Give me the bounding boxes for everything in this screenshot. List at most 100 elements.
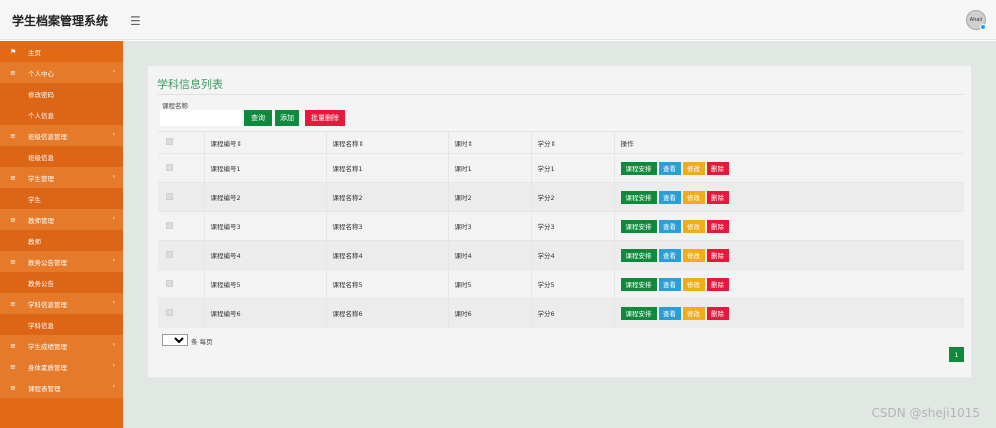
sidebar-group[interactable]: ≡ 教务公告管理 › — [0, 251, 123, 272]
row-select-cell[interactable] — [158, 240, 204, 270]
page-title: 学科信息列表 — [157, 78, 223, 91]
edit-button[interactable]: 修改 — [682, 190, 705, 204]
sidebar-group[interactable]: ≡ 课程表管理 › — [0, 377, 123, 398]
table-row: 课程编号5 课程名称5 课时5 学分5 课程安排 查看 修改 删除 — [158, 269, 965, 299]
course-plan-button[interactable]: 课程安排 — [620, 190, 657, 204]
menu-icon: ≡ — [10, 383, 16, 392]
cell-name: 课程名称5 — [325, 269, 448, 299]
course-plan-button[interactable]: 课程安排 — [620, 306, 657, 320]
delete-button[interactable]: 删除 — [706, 161, 729, 175]
cell-code: 课程编号3 — [203, 211, 326, 241]
avatar[interactable]: Ahaii — [966, 10, 986, 30]
batch-delete-button[interactable]: 批量删除 — [305, 110, 345, 126]
edit-button[interactable]: 修改 — [682, 306, 705, 320]
course-plan-button[interactable]: 课程安排 — [620, 248, 657, 262]
select-all-checkbox[interactable] — [166, 138, 173, 145]
view-button[interactable]: 查看 — [658, 306, 681, 320]
row-checkbox[interactable] — [166, 221, 173, 229]
sidebar-item-label: 修改密码 — [28, 90, 54, 99]
search-input[interactable] — [160, 110, 242, 126]
chevron-icon: › — [112, 215, 115, 222]
row-checkbox[interactable] — [166, 250, 173, 258]
sidebar-group[interactable]: ≡ 学生管理 › — [0, 167, 123, 188]
sidebar-group[interactable]: ≡ 班级信息管理 › — [0, 125, 123, 146]
row-select-cell[interactable] — [158, 298, 204, 328]
column-header-code[interactable]: 课程编号⇕ — [203, 131, 326, 154]
sidebar-group[interactable]: ≡ 教师管理 › — [0, 209, 123, 230]
sidebar-subitem[interactable]: 班级信息 — [0, 146, 123, 167]
chevron-icon: › — [112, 68, 115, 75]
column-header-hours[interactable]: 课时⇕ — [447, 131, 531, 154]
row-checkbox[interactable] — [166, 279, 173, 287]
delete-button[interactable]: 删除 — [706, 306, 729, 320]
sidebar-subitem[interactable]: 学生 — [0, 188, 123, 209]
table-header-row: 课程编号⇕ 课程名称⇕ 课时⇕ 学分⇕ 操作 — [158, 131, 964, 154]
cell-credit: 学分4 — [530, 240, 614, 270]
menu-icon: ≡ — [10, 173, 16, 182]
cell-hours: 课时3 — [447, 211, 531, 241]
course-plan-button[interactable]: 课程安排 — [620, 161, 657, 175]
query-button[interactable]: 查询 — [244, 110, 272, 126]
row-select-cell[interactable] — [158, 269, 204, 299]
sidebar-item-home[interactable]: ⚑ 主页 — [0, 41, 123, 62]
sidebar-item-label: 教务公告管理 — [28, 258, 67, 267]
course-plan-button[interactable]: 课程安排 — [620, 219, 657, 233]
sidebar-subitem[interactable]: 修改密码 — [0, 83, 123, 104]
sidebar-group[interactable]: ≡ 身体素质管理 › — [0, 356, 123, 377]
row-actions: 课程安排 查看 修改 删除 — [620, 277, 965, 291]
sidebar-subitem[interactable]: 教务公告 — [0, 272, 123, 293]
add-button[interactable]: 添加 — [275, 110, 299, 126]
cell-actions: 课程安排 查看 修改 删除 — [613, 153, 964, 183]
watermark: CSDN @sheji1015 — [871, 406, 980, 420]
row-select-cell[interactable] — [158, 153, 204, 183]
sidebar-item-label: 教师 — [28, 237, 41, 246]
sidebar-item-label: 个人信息 — [28, 111, 54, 120]
view-button[interactable]: 查看 — [658, 248, 681, 262]
row-checkbox[interactable] — [166, 163, 173, 171]
row-checkbox[interactable] — [166, 308, 173, 316]
view-button[interactable]: 查看 — [658, 277, 681, 291]
sidebar-subitem[interactable]: 教师 — [0, 230, 123, 251]
sidebar-menu: ⚑ 主页 ≡ 个人中心 › 修改密码 个人信息 ≡ 班级信息管理 › 班级信息 ≡ 学生管理 › 学生 ≡ 教师… — [0, 41, 123, 398]
view-button[interactable]: 查看 — [658, 219, 681, 233]
sidebar-subitem[interactable]: 学科信息 — [0, 314, 123, 335]
page-size-select[interactable]: 10 — [162, 334, 188, 346]
main-area: 学科信息列表 课程名称 查询 添加 批量删除 课程编号⇕ 课程名称⇕ 课时⇕ 学… — [123, 41, 996, 428]
delete-button[interactable]: 删除 — [706, 190, 729, 204]
sidebar-group[interactable]: ≡ 学生成绩管理 › — [0, 335, 123, 356]
sidebar-subitem[interactable]: 个人信息 — [0, 104, 123, 125]
sidebar-item-label: 班级信息 — [28, 153, 54, 162]
menu-icon: ≡ — [10, 341, 16, 350]
edit-button[interactable]: 修改 — [682, 277, 705, 291]
edit-button[interactable]: 修改 — [682, 161, 705, 175]
view-button[interactable]: 查看 — [658, 161, 681, 175]
column-header-actions: 操作 — [613, 131, 964, 154]
edit-button[interactable]: 修改 — [682, 248, 705, 262]
row-select-cell[interactable] — [158, 182, 204, 212]
menu-icon: ≡ — [10, 131, 16, 140]
cell-hours: 课时2 — [447, 182, 531, 212]
page-number-button[interactable]: 1 — [949, 347, 964, 362]
chevron-icon: › — [112, 131, 115, 138]
select-all-cell[interactable] — [158, 131, 204, 154]
edit-button[interactable]: 修改 — [682, 219, 705, 233]
cell-hours: 课时1 — [447, 153, 531, 183]
delete-button[interactable]: 删除 — [706, 277, 729, 291]
column-header-credit[interactable]: 学分⇕ — [530, 131, 614, 154]
column-header-name[interactable]: 课程名称⇕ — [325, 131, 448, 154]
sidebar-group[interactable]: ≡ 个人中心 › — [0, 62, 123, 83]
view-button[interactable]: 查看 — [658, 190, 681, 204]
sidebar-group[interactable]: ≡ 学科信息管理 › — [0, 293, 123, 314]
row-select-cell[interactable] — [158, 211, 204, 241]
course-plan-button[interactable]: 课程安排 — [620, 277, 657, 291]
row-actions: 课程安排 查看 修改 删除 — [620, 248, 965, 262]
row-checkbox[interactable] — [166, 192, 173, 200]
sidebar-item-label: 学科信息管理 — [28, 300, 67, 309]
cell-code: 课程编号5 — [203, 269, 326, 299]
delete-button[interactable]: 删除 — [706, 219, 729, 233]
cell-name: 课程名称2 — [325, 182, 448, 212]
row-actions: 课程安排 查看 修改 删除 — [620, 190, 965, 204]
cell-name: 课程名称3 — [325, 211, 448, 241]
delete-button[interactable]: 删除 — [706, 248, 729, 262]
hamburger-icon[interactable]: ☰ — [130, 14, 141, 28]
